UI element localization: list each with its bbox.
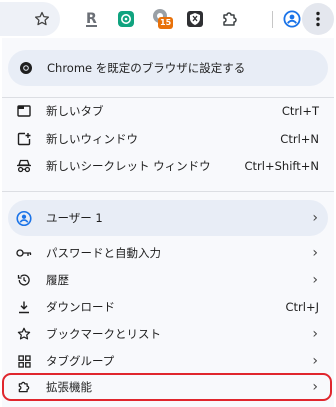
chrome-logo-icon <box>18 60 34 76</box>
download-icon <box>16 299 32 315</box>
tab-groups-label: タブグループ <box>46 354 115 368</box>
kebab-menu-icon[interactable] <box>311 7 325 31</box>
menu-divider <box>2 191 334 192</box>
new-window-icon <box>16 131 32 147</box>
new-tab-shortcut: Ctrl+T <box>281 104 319 118</box>
extensions-puzzle-icon[interactable] <box>221 7 239 31</box>
menu-item-tab-groups[interactable]: タブグループ › <box>2 348 334 374</box>
extension-with-badge-icon[interactable]: 15 <box>150 7 174 31</box>
chevron-right-icon: › <box>312 353 318 369</box>
bookmarks-label: ブックマークとリスト <box>46 327 161 341</box>
chevron-right-icon: › <box>312 245 318 261</box>
menu-item-bookmarks[interactable]: ブックマークとリスト › <box>2 321 334 347</box>
bookmark-star-icon[interactable] <box>34 7 50 31</box>
r-extension-icon[interactable]: R <box>84 7 100 31</box>
extension-badge-count: 15 <box>158 17 174 29</box>
profile-avatar-icon[interactable] <box>283 7 301 31</box>
downloads-shortcut: Ctrl+J <box>285 300 320 314</box>
menu-item-new-window[interactable]: 新しいウィンドウ Ctrl+N <box>2 126 334 152</box>
incognito-label: 新しいシークレット ウィンドウ <box>46 159 211 173</box>
svg-text:R: R <box>86 11 97 27</box>
history-icon <box>16 272 32 288</box>
tab-groups-icon <box>16 353 32 369</box>
passwords-label: パスワードと自動入力 <box>46 246 161 260</box>
shield-extension-icon[interactable] <box>186 7 204 31</box>
browser-toolbar: R 15 <box>0 0 336 38</box>
incognito-icon <box>16 158 32 174</box>
new-tab-icon <box>16 103 32 119</box>
profile-label: ユーザー 1 <box>46 211 103 225</box>
new-window-label: 新しいウィンドウ <box>46 132 138 146</box>
menu-item-passwords[interactable]: パスワードと自動入力 › <box>2 240 334 266</box>
menu-item-history[interactable]: 履歴 › <box>2 267 334 293</box>
chevron-right-icon: › <box>312 210 318 226</box>
toolbar-separator <box>272 11 273 28</box>
omnibox-end[interactable] <box>0 2 60 36</box>
set-default-browser-label: Chrome を既定のブラウザに設定する <box>47 61 246 75</box>
history-label: 履歴 <box>46 273 69 287</box>
menu-item-new-tab[interactable]: 新しいタブ Ctrl+T <box>2 98 334 124</box>
downloads-label: ダウンロード <box>46 300 115 314</box>
key-icon <box>16 245 32 261</box>
incognito-shortcut: Ctrl+Shift+N <box>244 159 319 173</box>
chevron-right-icon: › <box>312 272 318 288</box>
menu-item-downloads[interactable]: ダウンロード Ctrl+J <box>2 294 334 320</box>
extensions-highlight-box <box>2 373 332 401</box>
chatgpt-extension-icon[interactable] <box>117 7 135 31</box>
new-tab-label: 新しいタブ <box>46 104 104 118</box>
chrome-main-menu: Chrome を既定のブラウザに設定する 新しいタブ Ctrl+T 新しいウィン… <box>2 38 334 407</box>
menu-item-incognito[interactable]: 新しいシークレット ウィンドウ Ctrl+Shift+N <box>2 153 334 179</box>
chevron-right-icon: › <box>312 326 318 342</box>
new-window-shortcut: Ctrl+N <box>280 132 319 146</box>
profile-icon <box>16 210 32 226</box>
bookmark-star-icon <box>16 326 32 342</box>
menu-item-profile[interactable]: ユーザー 1 › <box>2 205 334 231</box>
set-default-browser-item[interactable]: Chrome を既定のブラウザに設定する <box>2 55 334 81</box>
